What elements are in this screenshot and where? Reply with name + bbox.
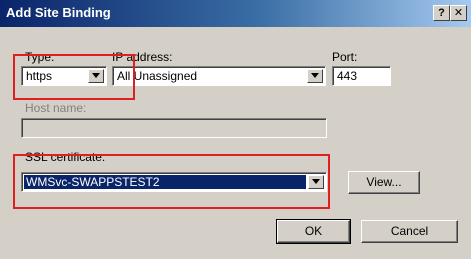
host-name-label: Host name: [25,101,87,115]
ok-button[interactable]: OK [276,219,351,244]
ssl-certificate-label: SSL certificate: [25,150,106,164]
ip-address-value: All Unassigned [117,69,198,83]
help-button[interactable]: ? [433,5,450,21]
type-dropdown-button[interactable] [88,69,104,83]
cancel-button[interactable]: Cancel [361,220,458,243]
ip-address-dropdown-button[interactable] [307,69,323,83]
view-certificate-button[interactable]: View... [348,171,420,194]
close-button[interactable]: ✕ [450,5,467,21]
ssl-certificate-value: WMSvc-SWAPPSTEST2 [26,175,160,189]
port-label: Port: [332,50,358,64]
chevron-down-icon [92,73,100,78]
port-value: 443 [337,69,358,83]
title-bar: Add Site Binding ? ✕ [0,0,471,27]
host-name-input[interactable] [21,118,327,138]
add-site-binding-dialog: Add Site Binding ? ✕ Type: https IP addr… [0,0,471,259]
ip-address-select[interactable]: All Unassigned [112,66,326,86]
ssl-certificate-dropdown-button[interactable] [308,175,324,189]
type-select[interactable]: https [21,66,107,86]
chevron-down-icon [311,73,319,78]
chevron-down-icon [312,179,320,184]
port-input[interactable]: 443 [332,66,391,86]
ip-address-label: IP address: [112,50,173,64]
type-label: Type: [25,50,55,64]
type-value: https [26,69,53,83]
ssl-certificate-select[interactable]: WMSvc-SWAPPSTEST2 [21,172,327,192]
window-title: Add Site Binding [6,5,111,20]
